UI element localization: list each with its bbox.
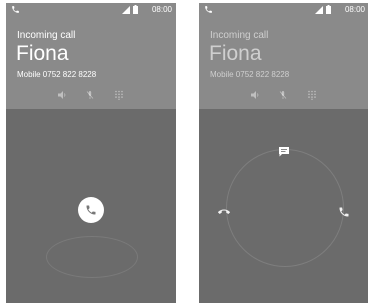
call-body [199, 109, 368, 303]
call-status-label: Incoming call [17, 30, 76, 41]
phone-status-icon [12, 6, 19, 13]
mute-icon[interactable] [278, 90, 288, 100]
call-header: 08:00 Incoming call Fiona Mobile 0752 82… [6, 3, 176, 109]
answer-call-icon[interactable] [338, 206, 350, 218]
speaker-icon[interactable] [57, 90, 67, 100]
status-time: 08:00 [344, 5, 365, 14]
decline-call-icon[interactable] [218, 206, 230, 218]
call-status-label: Incoming call [210, 30, 269, 41]
call-header: 08:00 Incoming call Fiona Mobile 0752 82… [199, 3, 368, 109]
answer-ring [226, 149, 344, 267]
signal-icon [315, 6, 323, 14]
status-bar: 08:00 [6, 3, 176, 17]
battery-icon [326, 5, 331, 14]
status-time: 08:00 [151, 5, 172, 14]
dialpad-icon[interactable] [307, 90, 317, 100]
phone-status-icon [205, 6, 212, 13]
phone-icon [86, 205, 96, 215]
incoming-call-screen-right: 08:00 Incoming call Fiona Mobile 0752 82… [199, 3, 368, 303]
caller-name: Fiona [16, 42, 69, 65]
signal-icon [122, 6, 130, 14]
caller-name: Fiona [209, 42, 262, 65]
message-icon[interactable] [278, 146, 290, 158]
caller-number: Mobile 0752 822 8228 [210, 70, 290, 79]
call-body [6, 109, 176, 303]
mute-icon[interactable] [85, 90, 95, 100]
answer-glow [46, 236, 138, 278]
battery-icon [133, 5, 138, 14]
incoming-call-screen-left: 08:00 Incoming call Fiona Mobile 0752 82… [6, 3, 176, 303]
speaker-icon[interactable] [250, 90, 260, 100]
dialpad-icon[interactable] [114, 90, 124, 100]
caller-number: Mobile 0752 822 8228 [17, 70, 97, 79]
status-bar: 08:00 [199, 3, 368, 17]
answer-button[interactable] [78, 197, 104, 223]
